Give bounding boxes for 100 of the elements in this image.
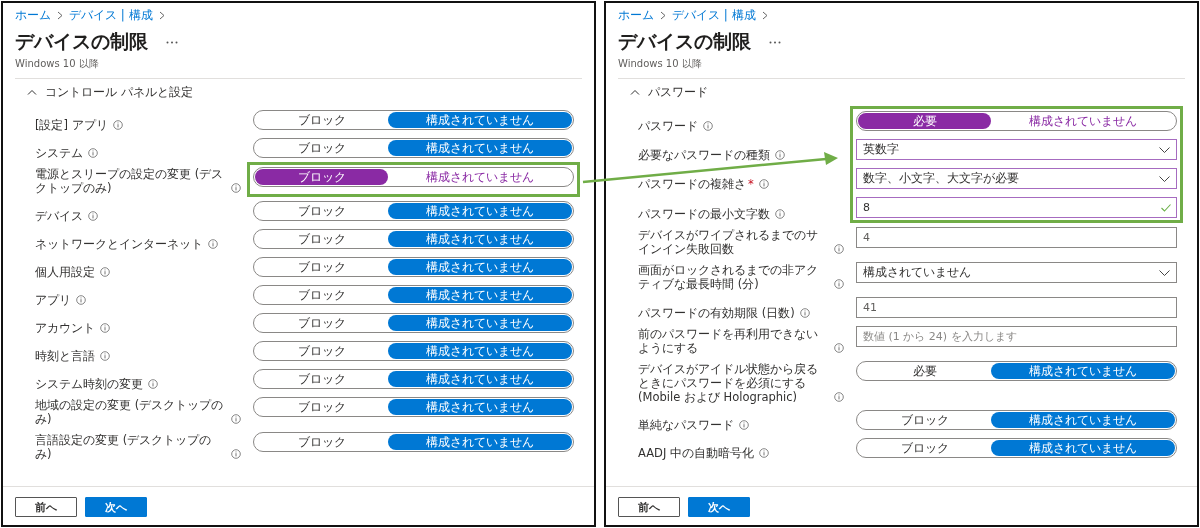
input-field[interactable]: 8 <box>856 197 1177 218</box>
toggle-option[interactable]: 構成されていません <box>991 113 1175 129</box>
setting-label: 単純なパスワード <box>638 418 734 432</box>
breadcrumb-link[interactable]: デバイス | 構成 <box>672 6 756 24</box>
info-icon[interactable] <box>76 295 86 305</box>
info-icon[interactable] <box>775 150 785 160</box>
info-icon[interactable] <box>231 414 241 424</box>
info-icon[interactable] <box>231 183 241 193</box>
setting-label: 画面がロックされるまでの非アクティブな最長時間 (分) <box>638 263 819 291</box>
breadcrumb-link[interactable]: ホーム <box>618 6 654 24</box>
setting-label: 時刻と言語 <box>35 349 95 363</box>
dropdown[interactable]: 数字、小文字、大文字が必要 <box>856 168 1177 189</box>
info-icon[interactable] <box>88 211 98 221</box>
more-icon[interactable] <box>769 40 781 44</box>
input-field[interactable]: 数値 (1 から 24) を入力します <box>856 326 1177 347</box>
breadcrumb-link[interactable]: デバイス | 構成 <box>69 6 153 24</box>
setting-label: システム <box>35 146 83 160</box>
section-header[interactable]: パスワード <box>618 82 1185 102</box>
toggle-option[interactable]: 必要 <box>858 113 992 129</box>
breadcrumb-link[interactable]: ホーム <box>15 6 51 24</box>
setting-label: 言語設定の変更 (デスクトップのみ) <box>35 433 213 461</box>
chevron-right-icon <box>761 10 768 20</box>
chevron-down-icon <box>1159 146 1170 153</box>
input-field[interactable]: 4 <box>856 227 1177 248</box>
info-icon[interactable] <box>100 351 110 361</box>
info-icon[interactable] <box>112 120 123 130</box>
info-icon[interactable] <box>88 148 98 158</box>
input-field[interactable]: 41 <box>856 297 1177 318</box>
toggle-option[interactable]: 構成されていません <box>388 259 572 275</box>
toggle-option[interactable]: ブロック <box>255 231 389 247</box>
toggle-option[interactable]: 構成されていません <box>388 315 572 331</box>
toggle-option[interactable]: 構成されていません <box>991 363 1175 379</box>
toggle-option[interactable]: ブロック <box>255 315 389 331</box>
chevron-down-icon <box>1159 175 1170 182</box>
toggle-option[interactable]: ブロック <box>255 434 389 450</box>
back-button[interactable]: 前へ <box>15 497 77 517</box>
back-button[interactable]: 前へ <box>618 497 680 517</box>
toggle-option[interactable]: ブロック <box>858 440 992 456</box>
toggle-option[interactable]: ブロック <box>255 140 389 156</box>
toggle-option[interactable]: 構成されていません <box>991 440 1175 456</box>
page-subtitle: Windows 10 以降 <box>15 57 100 71</box>
toggle-option[interactable]: ブロック <box>255 287 389 303</box>
toggle-option[interactable]: ブロック <box>255 343 389 359</box>
info-icon[interactable] <box>834 392 844 402</box>
info-icon[interactable] <box>758 448 769 458</box>
chevron-right-icon <box>660 10 666 20</box>
info-icon[interactable] <box>148 379 158 389</box>
info-icon[interactable] <box>775 209 785 219</box>
info-icon[interactable] <box>231 449 241 459</box>
setting-label: デバイスがアイドル状態から戻るときにパスワードを必須にする (Mobile および Holographic) <box>638 362 819 404</box>
setting-label: アカウント <box>35 321 95 335</box>
toggle-option[interactable]: 構成されていません <box>388 343 572 359</box>
info-icon[interactable] <box>100 323 110 333</box>
toggle-option[interactable]: 構成されていません <box>388 434 572 450</box>
setting-label: ネットワークとインターネット <box>35 237 203 251</box>
info-icon[interactable] <box>100 267 110 277</box>
chevron-down-icon <box>1159 269 1170 276</box>
setting-label: 個人用設定 <box>35 265 95 279</box>
setting-label: アプリ <box>35 293 71 307</box>
more-icon[interactable] <box>166 40 178 44</box>
toggle-option[interactable]: 構成されていません <box>388 287 572 303</box>
toggle-option[interactable]: 構成されていません <box>388 203 572 219</box>
toggle-option[interactable]: ブロック <box>255 259 389 275</box>
caret-icon <box>630 89 640 95</box>
info-icon[interactable] <box>799 308 810 318</box>
section-header[interactable]: コントロール パネルと設定 <box>15 82 582 102</box>
info-icon[interactable] <box>834 244 844 254</box>
toggle-option[interactable]: 構成されていません <box>388 169 572 185</box>
toggle-option[interactable]: 構成されていません <box>388 140 572 156</box>
setting-label: パスワードの複雑さ * <box>638 177 754 191</box>
setting-label: パスワード <box>638 119 698 133</box>
setting-label: 前のパスワードを再利用できないようにする <box>638 327 819 355</box>
dropdown[interactable]: 英数字 <box>856 139 1177 160</box>
chevron-right-icon <box>158 10 165 20</box>
toggle-option[interactable]: ブロック <box>858 412 992 428</box>
page-subtitle: Windows 10 以降 <box>618 57 703 71</box>
toggle-option[interactable]: ブロック <box>255 203 389 219</box>
toggle-option[interactable]: ブロック <box>255 371 389 387</box>
setting-label: パスワードの有効期限 (日数) <box>638 306 795 320</box>
info-icon[interactable] <box>834 343 844 353</box>
info-icon[interactable] <box>703 121 713 131</box>
info-icon[interactable] <box>739 420 749 430</box>
next-button[interactable]: 次へ <box>85 497 147 517</box>
caret-icon <box>27 89 37 95</box>
info-icon[interactable] <box>208 239 218 249</box>
dropdown[interactable]: 構成されていません <box>856 262 1177 283</box>
setting-label: [設定] アプリ <box>35 118 108 132</box>
toggle-option[interactable]: 必要 <box>858 363 992 379</box>
toggle-option[interactable]: 構成されていません <box>388 371 572 387</box>
info-icon[interactable] <box>834 279 844 289</box>
toggle-option[interactable]: ブロック <box>255 399 389 415</box>
setting-label: 必要なパスワードの種類 <box>638 148 770 162</box>
toggle-option[interactable]: 構成されていません <box>388 112 572 128</box>
toggle-option[interactable]: ブロック <box>255 169 389 185</box>
next-button[interactable]: 次へ <box>688 497 750 517</box>
toggle-option[interactable]: 構成されていません <box>388 399 572 415</box>
info-icon[interactable] <box>758 179 769 189</box>
toggle-option[interactable]: 構成されていません <box>388 231 572 247</box>
toggle-option[interactable]: 構成されていません <box>991 412 1175 428</box>
toggle-option[interactable]: ブロック <box>255 112 389 128</box>
